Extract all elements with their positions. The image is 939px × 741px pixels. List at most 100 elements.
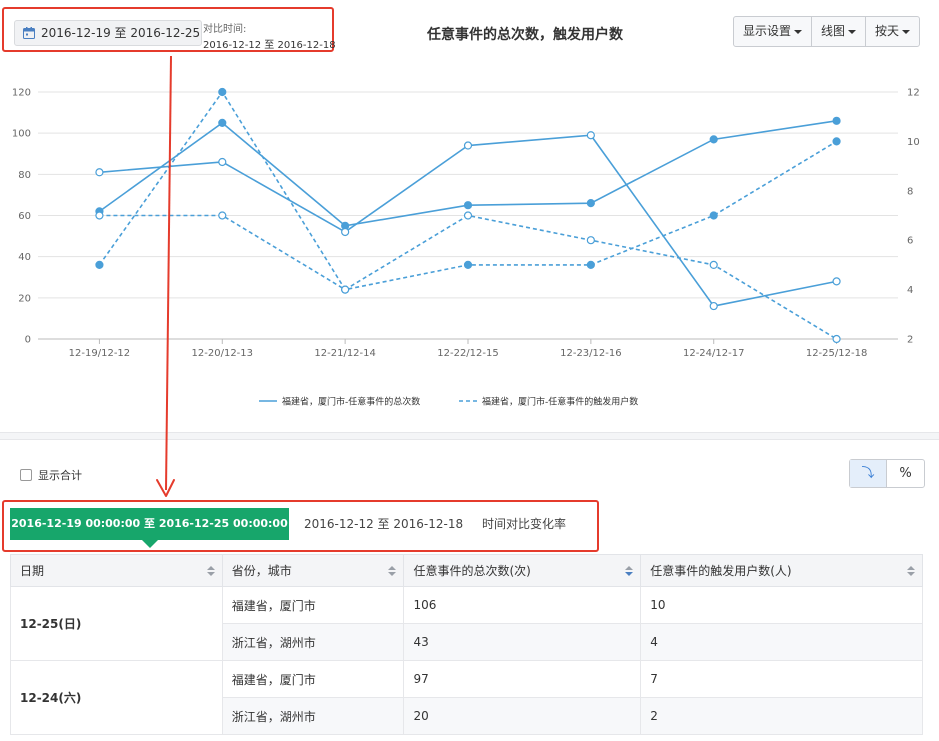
data-point xyxy=(463,211,473,220)
row-users: 2 xyxy=(640,697,923,735)
table-row: 12-25(日) 福建省，厦门市 106 10 xyxy=(10,586,923,661)
x-tick-label: 12-21/12-14 xyxy=(314,348,375,359)
data-point xyxy=(832,116,841,125)
row-users: 10 xyxy=(640,586,923,624)
legend-label: 福建省，厦门市-任意事件的触发用户数 xyxy=(482,396,638,408)
y-right-tick-label: 10 xyxy=(907,137,920,148)
date-range-picker[interactable]: 2016-12-19 至 2016-12-25 xyxy=(14,20,202,46)
x-tick-label: 12-20/12-13 xyxy=(192,348,253,359)
row-total-events: 43 xyxy=(403,623,642,661)
row-date: 12-24(六) xyxy=(10,660,223,735)
y-left-tick-label: 80 xyxy=(18,170,31,181)
series-line xyxy=(99,134,837,307)
compare-time-range: 2016-12-12 至 2016-12-18 xyxy=(203,40,336,51)
data-point xyxy=(341,227,350,237)
series-line xyxy=(98,120,837,227)
compare-time-label: 对比时间: xyxy=(203,24,247,35)
x-tick-label: 12-24/12-17 xyxy=(683,348,744,359)
data-point xyxy=(832,137,841,146)
data-point xyxy=(218,118,227,127)
percent-toggle-button[interactable]: % xyxy=(887,460,924,487)
calendar-icon xyxy=(23,27,35,39)
series-line xyxy=(98,90,837,291)
y-left-tick-label: 60 xyxy=(18,211,31,222)
data-point xyxy=(463,201,473,210)
row-region: 浙江省，湖州市 xyxy=(221,697,405,735)
row-total-events: 20 xyxy=(403,697,642,735)
row-users: 4 xyxy=(640,623,923,661)
row-total-events: 97 xyxy=(403,660,642,698)
show-total-checkbox[interactable]: 显示合计 xyxy=(20,467,82,483)
y-right-tick-label: 12 xyxy=(907,88,920,99)
data-point xyxy=(709,135,718,144)
table-row: 12-24(六) 福建省，厦门市 97 7 xyxy=(10,660,923,735)
row-region: 福建省，厦门市 xyxy=(221,586,405,624)
sort-flow-icon[interactable]: ⤵ xyxy=(850,460,887,487)
row-region: 浙江省，湖州市 xyxy=(221,623,405,661)
chart-type-button[interactable]: 线图 xyxy=(812,17,867,46)
caret-down-icon xyxy=(848,29,857,34)
caret-down-icon xyxy=(902,29,911,34)
data-point xyxy=(586,260,595,269)
value-mode-toggle: ⤵ % xyxy=(849,459,925,488)
y-right-tick-label: 6 xyxy=(907,236,913,247)
y-left-tick-label: 120 xyxy=(12,88,31,99)
data-point xyxy=(218,87,227,97)
sort-icon[interactable] xyxy=(906,565,916,577)
data-point xyxy=(586,236,595,245)
chart-title: 任意事件的总次数，触发用户数 xyxy=(427,27,623,43)
analytics-page: 2016-12-19 至 2016-12-25 对比时间: 2016-12-12… xyxy=(0,0,939,741)
column-header-total-events[interactable]: 任意事件的总次数(次) xyxy=(403,554,642,587)
sort-icon[interactable] xyxy=(206,565,216,577)
chart-options-group: 显示设置 线图 按天 xyxy=(733,16,921,47)
sort-icon[interactable] xyxy=(624,565,634,577)
data-point xyxy=(95,211,104,220)
date-range-text: 2016-12-19 至 2016-12-25 xyxy=(41,26,201,40)
data-point xyxy=(832,277,841,286)
y-right-tick-label: 2 xyxy=(907,335,913,346)
y-right-tick-label: 8 xyxy=(907,186,913,197)
caret-down-icon xyxy=(794,29,803,34)
data-point xyxy=(709,301,718,311)
row-total-events: 106 xyxy=(403,586,642,624)
y-left-tick-label: 20 xyxy=(18,293,31,304)
line-chart: 0 20 40 60 80 100 120 2 4 6 8 10 12 12-19/12-12 12-20/… xyxy=(12,87,920,408)
y-left-tick-label: 40 xyxy=(18,252,31,263)
date-range-highlight-box: 2016-12-19 至 2016-12-25 对比时间: 2016-12-12… xyxy=(2,7,336,52)
tab-change-rate[interactable]: 时间对比变化率 xyxy=(482,508,566,540)
show-total-label: 显示合计 xyxy=(38,469,82,482)
x-tick-label: 12-19/12-12 xyxy=(69,348,130,359)
data-point xyxy=(709,260,718,269)
data-point xyxy=(832,334,841,344)
row-region: 福建省，厦门市 xyxy=(221,660,405,698)
sort-icon[interactable] xyxy=(387,565,397,577)
data-point xyxy=(709,211,718,220)
tab-compare-range[interactable]: 2016-12-12 至 2016-12-18 xyxy=(304,508,463,540)
y-left-tick-label: 0 xyxy=(25,335,31,346)
tab-current-range[interactable]: 2016-12-19 00:00:00 至 2016-12-25 00:00:0… xyxy=(10,508,289,548)
data-point xyxy=(463,260,473,269)
y-left-tick-label: 100 xyxy=(12,129,31,140)
x-tick-label: 12-22/12-15 xyxy=(437,348,498,359)
column-header-region[interactable]: 省份，城市 xyxy=(221,554,405,587)
column-header-users[interactable]: 任意事件的触发用户数(人) xyxy=(640,554,923,587)
display-settings-button[interactable]: 显示设置 xyxy=(734,17,813,46)
series-line xyxy=(99,214,837,340)
data-point xyxy=(341,285,350,294)
data-point xyxy=(586,131,595,140)
data-point xyxy=(218,157,227,167)
data-point xyxy=(463,141,473,150)
row-users: 7 xyxy=(640,660,923,698)
checkbox-icon[interactable] xyxy=(20,469,32,481)
y-right-tick-label: 4 xyxy=(907,285,913,296)
section-divider xyxy=(0,432,939,440)
x-tick-label: 12-23/12-16 xyxy=(560,348,621,359)
x-tick-label: 12-25/12-18 xyxy=(806,348,867,359)
data-point xyxy=(218,211,227,220)
tabs-highlight-box: 2016-12-19 00:00:00 至 2016-12-25 00:00:0… xyxy=(2,500,599,552)
granularity-button[interactable]: 按天 xyxy=(866,17,919,46)
data-point xyxy=(586,199,595,208)
table-header-row: 日期 省份，城市 任意事件的总次数(次) 任意事件的触发用户数(人) xyxy=(10,554,923,587)
column-header-date[interactable]: 日期 xyxy=(10,554,223,587)
data-point xyxy=(95,260,104,269)
